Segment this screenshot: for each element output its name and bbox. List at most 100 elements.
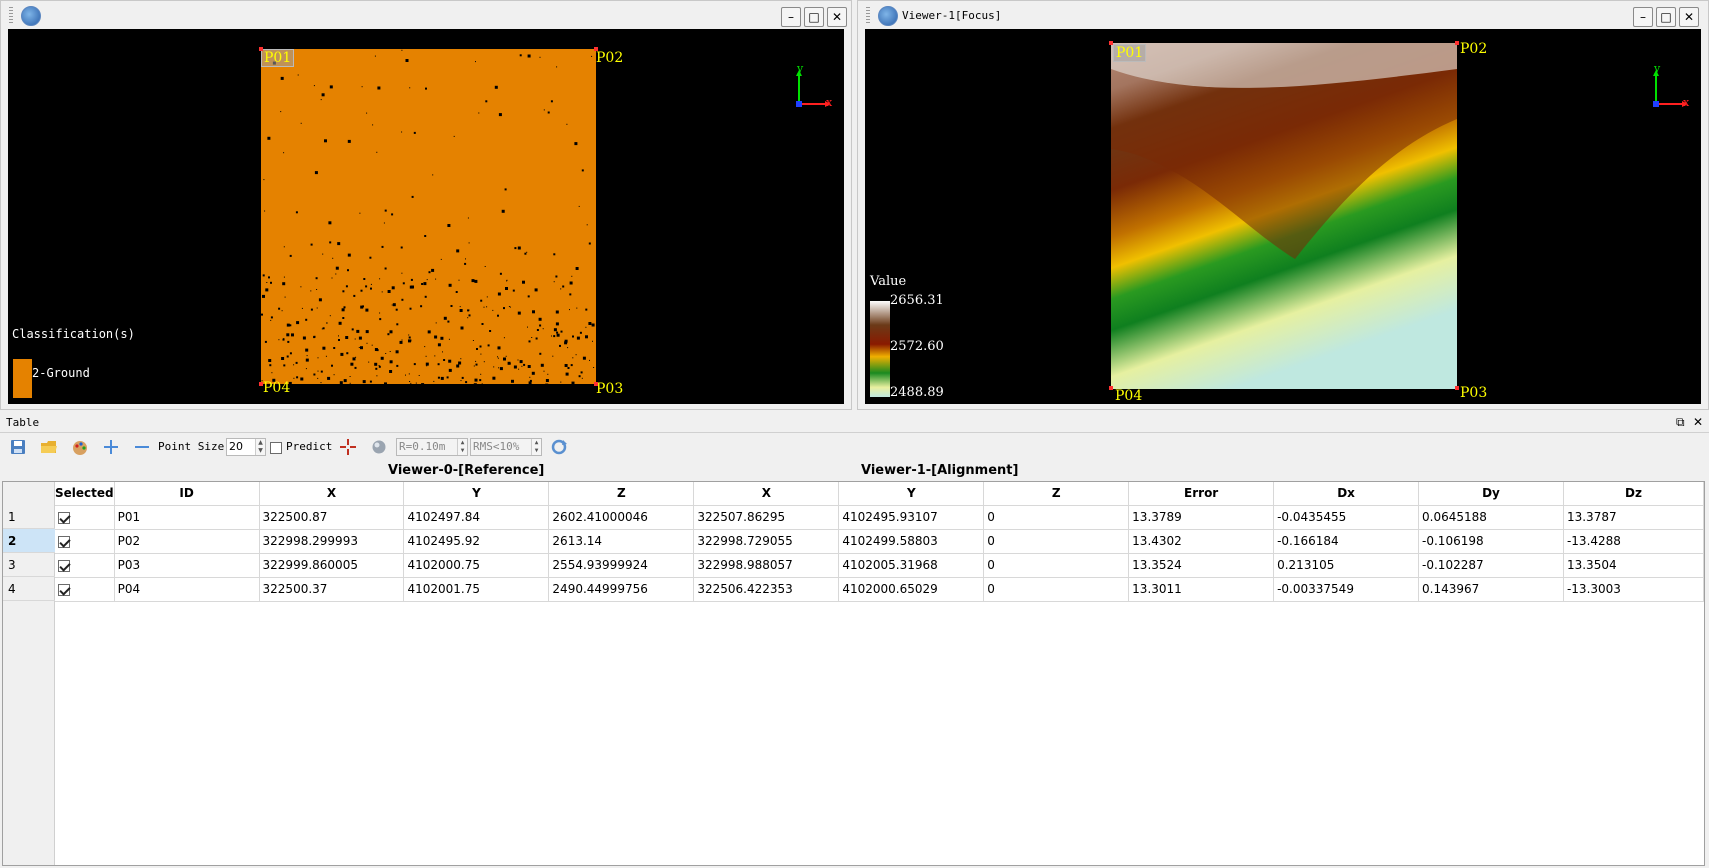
control-point-marker[interactable] — [259, 47, 263, 51]
cell-error[interactable]: 13.4302 — [1128, 529, 1275, 554]
table-row[interactable]: P02 322998.299993 4102495.92 2613.14 322… — [55, 529, 1704, 554]
sphere-icon[interactable] — [370, 438, 388, 456]
cell-error[interactable]: 13.3011 — [1128, 577, 1275, 602]
control-point-marker[interactable] — [1455, 386, 1459, 390]
column-header[interactable]: Selected — [55, 482, 115, 506]
stepper-arrows-icon[interactable]: ▲ ▼ — [457, 439, 467, 455]
point-size-stepper[interactable]: 20 ▲ ▼ — [226, 438, 266, 456]
column-header[interactable]: Error — [1128, 482, 1275, 506]
cell-ref-z[interactable]: 2613.14 — [548, 529, 695, 554]
cell-dz[interactable]: -13.3003 — [1563, 577, 1704, 602]
table-row[interactable]: P01 322500.87 4102497.84 2602.41000046 3… — [55, 505, 1704, 530]
cell-dy[interactable]: -0.102287 — [1418, 553, 1564, 578]
cell-error[interactable]: 13.3524 — [1128, 553, 1275, 578]
points-table[interactable]: 1 2 3 4 Selected ID X Y Z X Y Z Error Dx… — [2, 481, 1705, 866]
column-header[interactable]: X — [259, 482, 405, 506]
table-row[interactable]: P04 322500.37 4102001.75 2490.44999756 3… — [55, 577, 1704, 602]
cell-id[interactable]: P02 — [114, 529, 260, 554]
cell-dy[interactable]: 0.143967 — [1418, 577, 1564, 602]
control-point-marker[interactable] — [1455, 41, 1459, 45]
control-point-marker[interactable] — [259, 382, 263, 386]
cell-align-x[interactable]: 322507.86295 — [693, 505, 840, 530]
cell-dz[interactable]: 13.3504 — [1563, 553, 1704, 578]
viewer-0-window[interactable]: – □ ✕ P01 P02 P03 P04 y x Classification… — [0, 0, 852, 410]
column-header[interactable]: Y — [403, 482, 550, 506]
control-point-marker[interactable] — [1109, 386, 1113, 390]
table-row[interactable]: P03 322999.860005 4102000.75 2554.939999… — [55, 553, 1704, 578]
close-button[interactable]: ✕ — [1679, 7, 1699, 27]
cell-ref-z[interactable]: 2490.44999756 — [548, 577, 695, 602]
cell-align-z[interactable]: 0 — [983, 505, 1130, 530]
cell-id[interactable]: P01 — [114, 505, 260, 530]
cell-dz[interactable]: -13.4288 — [1563, 529, 1704, 554]
cell-ref-z[interactable]: 2554.93999924 — [548, 553, 695, 578]
control-point-marker[interactable] — [594, 382, 598, 386]
cell-ref-y[interactable]: 4102001.75 — [403, 577, 550, 602]
float-panel-icon[interactable]: ⧉ — [1676, 415, 1685, 430]
cell-align-x[interactable]: 322506.422353 — [693, 577, 840, 602]
cell-align-z[interactable]: 0 — [983, 553, 1130, 578]
cell-align-y[interactable]: 4102495.93107 — [838, 505, 985, 530]
restore-button[interactable]: □ — [1656, 7, 1676, 27]
selected-checkbox[interactable] — [55, 505, 115, 530]
cell-ref-y[interactable]: 4102000.75 — [403, 553, 550, 578]
minimize-button[interactable]: – — [1633, 7, 1653, 27]
cell-ref-y[interactable]: 4102495.92 — [403, 529, 550, 554]
column-header[interactable]: Y — [838, 482, 985, 506]
minimize-button[interactable]: – — [781, 7, 801, 27]
cell-align-x[interactable]: 322998.729055 — [693, 529, 840, 554]
cell-ref-x[interactable]: 322500.37 — [259, 577, 405, 602]
cell-error[interactable]: 13.3789 — [1128, 505, 1275, 530]
selected-checkbox[interactable] — [55, 577, 115, 602]
cell-ref-y[interactable]: 4102497.84 — [403, 505, 550, 530]
selected-checkbox[interactable] — [55, 553, 115, 578]
cell-dx[interactable]: -0.166184 — [1273, 529, 1420, 554]
cell-dx[interactable]: 0.213105 — [1273, 553, 1420, 578]
column-header[interactable]: Dy — [1418, 482, 1564, 506]
cell-align-z[interactable]: 0 — [983, 529, 1130, 554]
cell-align-z[interactable]: 0 — [983, 577, 1130, 602]
save-icon[interactable] — [9, 438, 27, 456]
table-panel-titlebar[interactable]: Table ⧉ ✕ — [0, 413, 1709, 433]
add-point-icon[interactable] — [102, 438, 120, 456]
cell-ref-x[interactable]: 322500.87 — [259, 505, 405, 530]
column-header[interactable]: ID — [114, 482, 260, 506]
stepper-arrows-icon[interactable]: ▲ ▼ — [255, 439, 265, 455]
cell-dx[interactable]: -0.0435455 — [1273, 505, 1420, 530]
selected-checkbox[interactable] — [55, 529, 115, 554]
viewer-1-titlebar[interactable]: Viewer-1[Focus] – □ ✕ — [858, 1, 1708, 29]
cell-ref-z[interactable]: 2602.41000046 — [548, 505, 695, 530]
viewer-0-canvas[interactable]: P01 P02 P03 P04 y x Classification(s) 2-… — [8, 29, 844, 404]
column-header[interactable]: X — [693, 482, 840, 506]
crosshair-icon[interactable] — [339, 438, 357, 456]
predict-checkbox[interactable] — [270, 440, 282, 458]
row-number[interactable]: 3 — [3, 553, 55, 577]
row-number[interactable]: 1 — [3, 505, 55, 529]
open-folder-icon[interactable] — [40, 438, 58, 456]
cell-align-y[interactable]: 4102005.31968 — [838, 553, 985, 578]
row-number[interactable]: 4 — [3, 577, 55, 601]
cell-dy[interactable]: 0.0645188 — [1418, 505, 1564, 530]
cell-id[interactable]: P03 — [114, 553, 260, 578]
column-header[interactable]: Dx — [1273, 482, 1420, 506]
cell-ref-x[interactable]: 322999.860005 — [259, 553, 405, 578]
cell-dx[interactable]: -0.00337549 — [1273, 577, 1420, 602]
radius-stepper[interactable]: R=0.10m ▲ ▼ — [396, 438, 468, 456]
cell-align-y[interactable]: 4102000.65029 — [838, 577, 985, 602]
cell-align-y[interactable]: 4102499.58803 — [838, 529, 985, 554]
drag-grip-icon[interactable] — [866, 7, 870, 23]
viewer-1-window[interactable]: Viewer-1[Focus] – □ ✕ P01 P02 P03 P04 y … — [857, 0, 1709, 410]
drag-grip-icon[interactable] — [9, 7, 13, 23]
remove-point-icon[interactable] — [133, 438, 151, 456]
close-panel-icon[interactable]: ✕ — [1693, 415, 1703, 429]
rms-stepper[interactable]: RMS<10% ▲ ▼ — [470, 438, 542, 456]
cell-align-x[interactable]: 322998.988057 — [693, 553, 840, 578]
cell-ref-x[interactable]: 322998.299993 — [259, 529, 405, 554]
column-header[interactable]: Z — [548, 482, 695, 506]
palette-icon[interactable] — [71, 438, 89, 456]
column-header[interactable]: Z — [983, 482, 1130, 506]
restore-button[interactable]: □ — [804, 7, 824, 27]
cell-dy[interactable]: -0.106198 — [1418, 529, 1564, 554]
cell-dz[interactable]: 13.3787 — [1563, 505, 1704, 530]
column-header[interactable]: Dz — [1563, 482, 1704, 506]
